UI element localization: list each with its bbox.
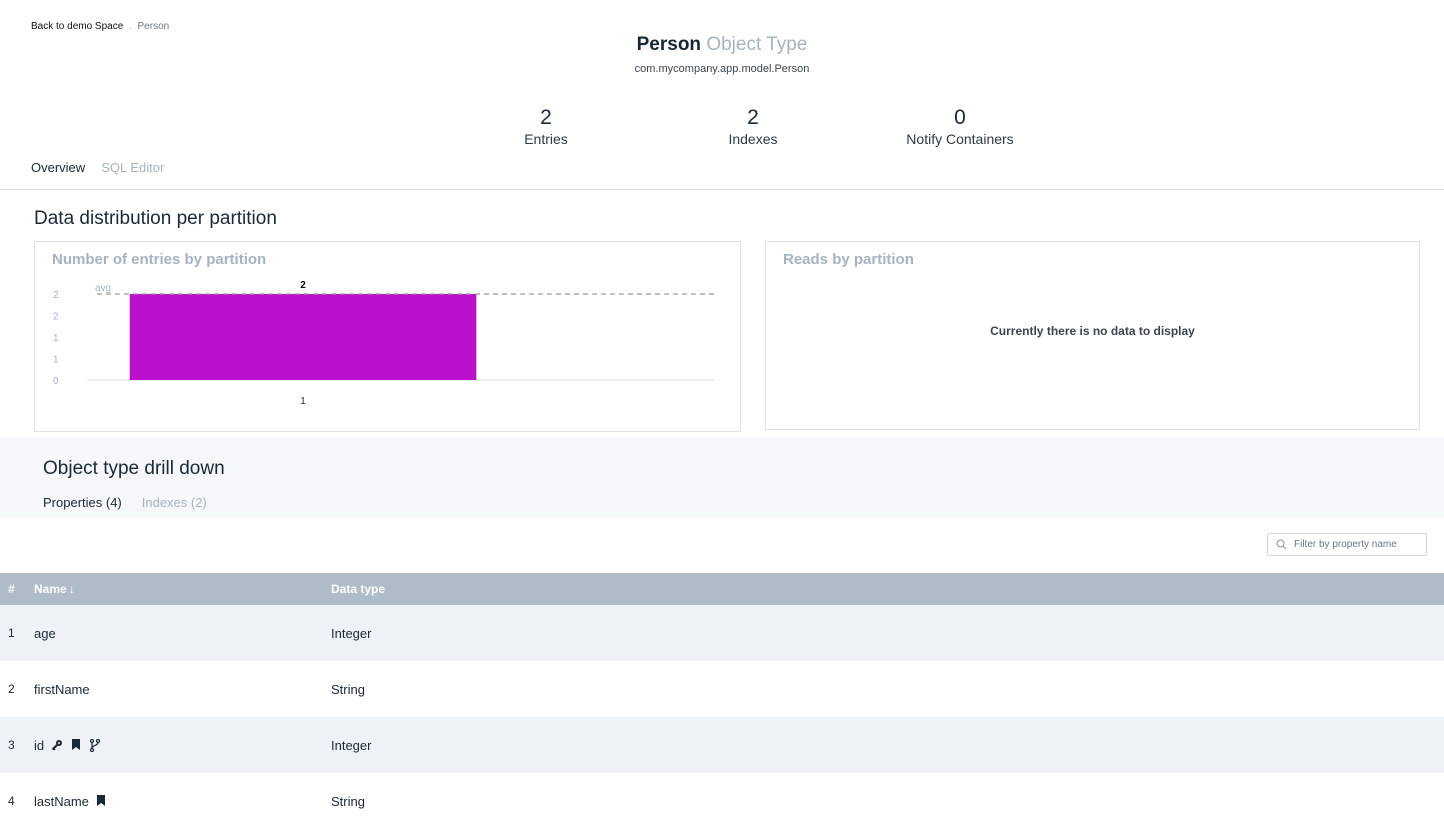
- row-data-type: Integer: [331, 737, 372, 753]
- column-header-number: #: [8, 582, 15, 596]
- class-name: com.mycompany.app.model.Person: [634, 63, 810, 75]
- row-name-cell: lastName: [34, 794, 331, 809]
- column-header-name-label: Name: [34, 582, 67, 596]
- row-data-type: String: [331, 681, 365, 697]
- row-number: 1: [8, 626, 15, 640]
- column-header-name[interactable]: Name ↓: [34, 582, 331, 596]
- filter-input[interactable]: [1294, 539, 1424, 550]
- drilldown-title: Object type drill down: [43, 458, 225, 479]
- panel-title: Reads by partition: [783, 251, 914, 268]
- property-name: id: [34, 737, 45, 753]
- routing-icon: [88, 738, 101, 752]
- bar: [129, 294, 477, 380]
- divider: [0, 189, 1444, 190]
- x-tick-label: 1: [300, 396, 306, 407]
- average-label: avg: [95, 283, 111, 294]
- row-name-cell: id: [34, 738, 331, 753]
- sort-arrow-icon: ↓: [68, 582, 75, 596]
- properties-table: # Name ↓ Data type 1 age Integer 2 firstN…: [0, 573, 1444, 822]
- stat-notify-containers: 0 Notify Containers: [870, 106, 1050, 148]
- table-row[interactable]: 4 lastName String: [0, 773, 1444, 822]
- stat-label: Notify Containers: [906, 131, 1014, 147]
- property-name: firstName: [34, 681, 90, 697]
- property-name: lastName: [34, 793, 89, 809]
- tab-sql-editor[interactable]: SQL Editor: [101, 160, 164, 175]
- tab-properties[interactable]: Properties (4): [43, 495, 122, 510]
- filter-box: [1267, 533, 1427, 556]
- stat-entries: 2 Entries: [456, 106, 636, 148]
- bookmark-icon: [69, 739, 82, 752]
- table-header: # Name ↓ Data type: [0, 573, 1444, 605]
- object-type-label: Object Type: [706, 34, 808, 55]
- top-tabs: Overview SQL Editor: [31, 160, 164, 175]
- bookmark-icon: [95, 795, 108, 808]
- stat-value: 2: [747, 106, 759, 129]
- y-tick-label: 2: [53, 312, 59, 323]
- stat-label: Entries: [524, 131, 568, 147]
- breadcrumb-separator: .: [129, 22, 132, 31]
- table-row[interactable]: 1 age Integer: [0, 605, 1444, 661]
- stat-label: Indexes: [728, 131, 778, 147]
- row-name-cell: age: [34, 626, 331, 641]
- breadcrumb-current: Person: [137, 21, 170, 32]
- row-number: 3: [8, 738, 15, 752]
- table-row[interactable]: 3 id Integer: [0, 717, 1444, 773]
- y-tick-label: 1: [53, 355, 59, 366]
- entries-chart: 0 1 1 2 2 2 1 avg: [53, 280, 715, 407]
- reads-by-partition-panel: Reads by partition Currently there is no…: [765, 241, 1420, 430]
- row-number: 2: [8, 682, 15, 696]
- row-number: 4: [8, 794, 15, 808]
- column-header-data-type[interactable]: Data type: [331, 582, 1444, 596]
- tab-indexes[interactable]: Indexes (2): [142, 495, 207, 510]
- stat-value: 2: [540, 106, 552, 129]
- row-data-type: String: [331, 793, 365, 809]
- data-label: 2: [300, 280, 306, 291]
- stat-indexes: 2 Indexes: [663, 106, 843, 148]
- object-name: Person: [636, 34, 702, 55]
- section-title: Data distribution per partition: [34, 208, 277, 229]
- key-icon: [50, 739, 63, 752]
- y-tick-label: 0: [53, 376, 59, 387]
- page-title: Person Object Type: [0, 34, 1444, 56]
- stat-value: 0: [954, 106, 966, 129]
- empty-state-message: Currently there is no data to display: [990, 324, 1195, 338]
- entries-by-partition-panel: Number of entries by partition 0 1 1 2 2 2 1 av…: [34, 241, 741, 432]
- tab-overview[interactable]: Overview: [31, 160, 85, 175]
- breadcrumb: Back to demo Space . Person: [31, 21, 169, 32]
- row-data-type: Integer: [331, 625, 372, 641]
- drilldown-section: Object type drill down Properties (4) In…: [0, 438, 1444, 518]
- row-name-cell: firstName: [34, 682, 331, 697]
- y-tick-label: 2: [53, 290, 59, 301]
- y-tick-label: 1: [53, 333, 59, 344]
- property-name: age: [34, 625, 56, 641]
- back-to-space-link[interactable]: Back to demo Space: [31, 21, 123, 32]
- drilldown-tabs: Properties (4) Indexes (2): [43, 495, 207, 510]
- table-row[interactable]: 2 firstName String: [0, 661, 1444, 717]
- search-icon: [1275, 538, 1288, 551]
